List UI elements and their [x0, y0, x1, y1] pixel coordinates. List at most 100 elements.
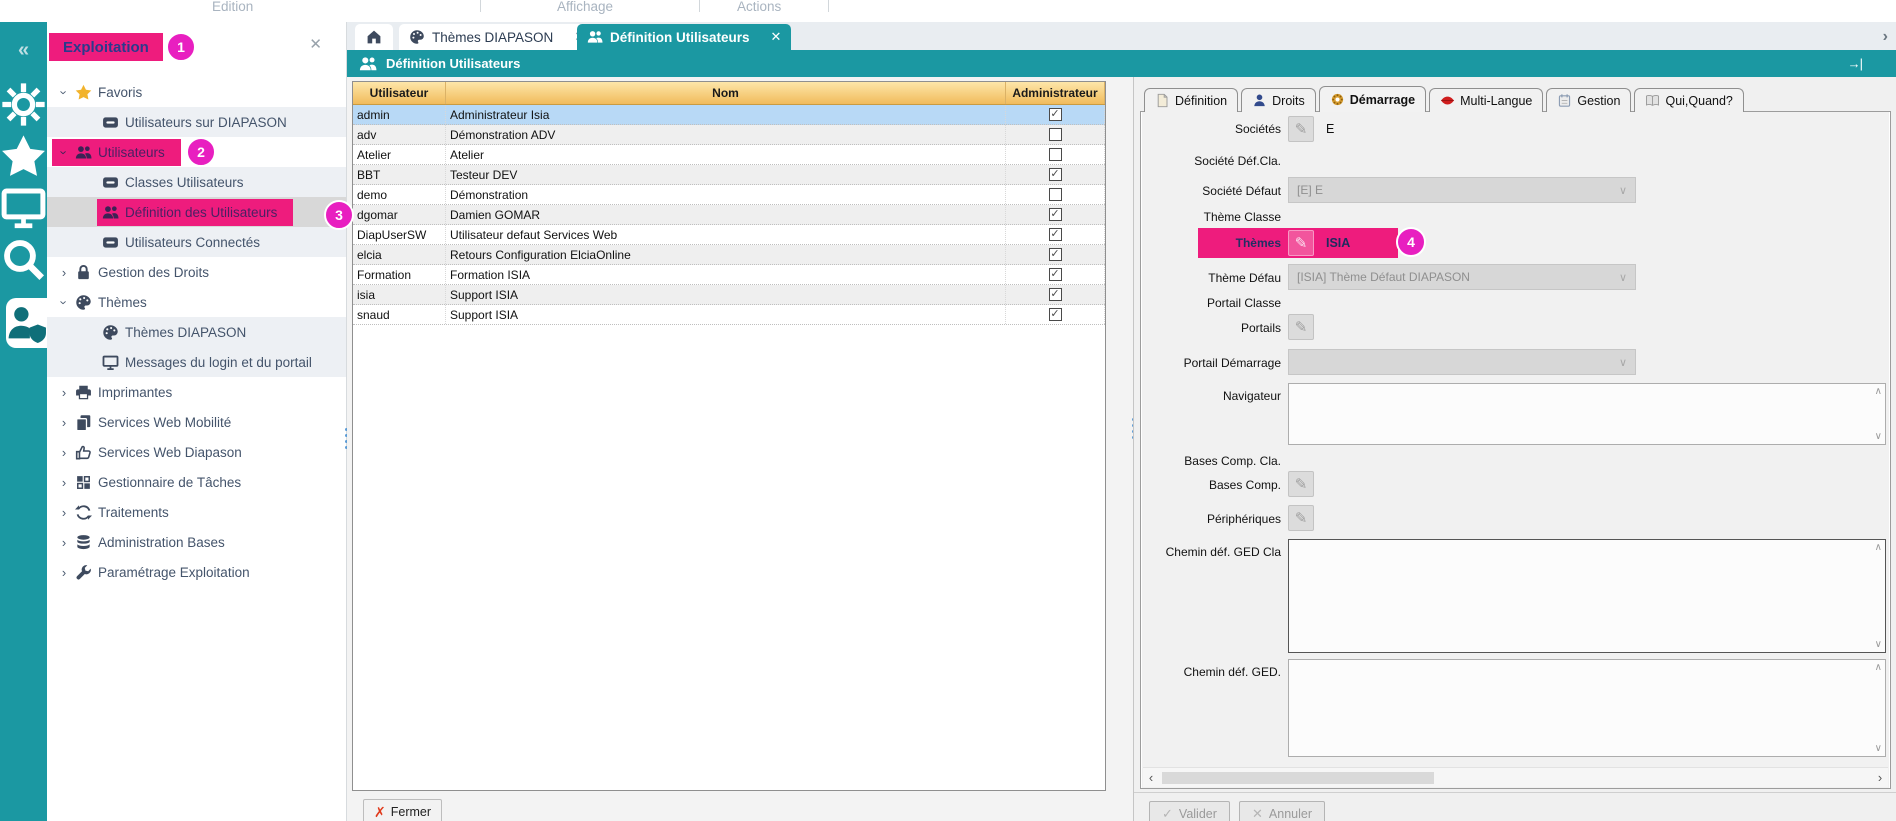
chevron-down-icon[interactable]: › — [57, 293, 72, 311]
tree-item-imprimantes[interactable]: ›Imprimantes — [47, 377, 346, 407]
admin-checkbox-checked[interactable]: ✓ — [1049, 208, 1062, 221]
screens-icon[interactable] — [0, 187, 47, 227]
detail-tab-qui-quand[interactable]: Qui,Quand? — [1634, 88, 1743, 112]
tree-item-gestion-des-droits[interactable]: ›Gestion des Droits — [47, 257, 346, 287]
menu-edition[interactable]: Edition — [212, 0, 253, 14]
bases-comp-picker-button[interactable]: ✎ — [1288, 471, 1314, 497]
tree-item-favoris[interactable]: ›Favoris — [47, 77, 346, 107]
chevron-down-icon[interactable]: › — [57, 143, 72, 161]
chemin-ged-cla-textarea[interactable]: ∧ ∨ — [1288, 539, 1886, 653]
admin-checkbox-checked[interactable]: ✓ — [1049, 288, 1062, 301]
table-row-isia[interactable]: isiaSupport ISIA✓ — [353, 285, 1105, 305]
table-row-diapusersw[interactable]: DiapUserSWUtilisateur defaut Services We… — [353, 225, 1105, 245]
modules-wheel-icon[interactable] — [0, 84, 47, 124]
tab-home[interactable] — [355, 24, 393, 50]
chevron-right-icon[interactable]: › — [55, 535, 73, 550]
scroll-up-icon[interactable]: ∧ — [1875, 662, 1882, 673]
table-row-demo[interactable]: demoDémonstration — [353, 185, 1105, 205]
goto-end-icon[interactable]: →| — [1848, 56, 1862, 71]
scroll-right-icon[interactable]: › — [1872, 770, 1888, 785]
chevron-right-icon[interactable]: › — [55, 415, 73, 430]
navigateur-textarea[interactable]: ∧ ∨ — [1288, 383, 1886, 445]
table-row-elcia[interactable]: elciaRetours Configuration ElciaOnline✓ — [353, 245, 1105, 265]
column-header-utilisateur[interactable]: Utilisateur — [353, 82, 446, 104]
table-row-formation[interactable]: FormationFormation ISIA✓ — [353, 265, 1105, 285]
tree-item-themes[interactable]: ›Thèmes — [47, 287, 346, 317]
themes-picker-button[interactable]: ✎ — [1288, 230, 1314, 256]
detail-tab-multi-langue[interactable]: Multi-Langue — [1429, 88, 1543, 112]
tree-item-parametrage-exploitation[interactable]: ›Paramétrage Exploitation — [47, 557, 346, 587]
detail-tab-droits[interactable]: Droits — [1241, 88, 1316, 112]
scroll-down-icon[interactable]: ∨ — [1875, 431, 1882, 442]
detail-tab-gestion[interactable]: Gestion — [1546, 88, 1631, 112]
tree-item-services-web-diapason[interactable]: ›Services Web Diapason — [47, 437, 346, 467]
tree-item-classes-utilisateurs[interactable]: Classes Utilisateurs — [47, 167, 346, 197]
admin-checkbox[interactable] — [1049, 128, 1062, 141]
fermer-button[interactable]: ✗ Fermer — [363, 799, 442, 821]
admin-checkbox-checked[interactable]: ✓ — [1049, 308, 1062, 321]
table-row-bbt[interactable]: BBTTesteur DEV✓ — [353, 165, 1105, 185]
tree-item-utilisateurs-connectes[interactable]: Utilisateurs Connectés — [47, 227, 346, 257]
scroll-left-icon[interactable]: ‹ — [1143, 770, 1159, 785]
admin-checkbox-checked[interactable]: ✓ — [1049, 168, 1062, 181]
tree-item-services-web-mobilite[interactable]: ›Services Web Mobilité — [47, 407, 346, 437]
tree-item-messages-du-login-et-du-portail[interactable]: Messages du login et du portail — [47, 347, 346, 377]
tab-themes-diapason[interactable]: Thèmes DIAPASON✕ — [399, 24, 595, 50]
column-header-administrateur[interactable]: Administrateur — [1006, 82, 1105, 104]
tree-item-definition-des-utilisateurs[interactable]: Définition des Utilisateurs — [47, 197, 346, 227]
chevron-right-icon[interactable]: › — [55, 265, 73, 280]
table-row-atelier[interactable]: AtelierAtelier — [353, 145, 1105, 165]
close-icon[interactable]: ✕ — [309, 35, 322, 53]
portails-picker-button[interactable]: ✎ — [1288, 314, 1314, 340]
portail-demarrage-select[interactable]: ∨ — [1288, 349, 1636, 375]
detail-tab-demarrage[interactable]: Démarrage — [1319, 86, 1426, 112]
scroll-down-icon[interactable]: ∨ — [1875, 639, 1882, 650]
annuler-button[interactable]: ✕ Annuler — [1239, 801, 1325, 821]
chevron-right-icon[interactable]: › — [55, 505, 73, 520]
bases-comp-label: Bases Comp. — [1141, 478, 1281, 492]
user-security-active-item[interactable] — [6, 298, 47, 348]
tree-item-administration-bases[interactable]: ›Administration Bases — [47, 527, 346, 557]
tree-item-gestionnaire-de-taches[interactable]: ›Gestionnaire de Tâches — [47, 467, 346, 497]
admin-checkbox-checked[interactable]: ✓ — [1049, 268, 1062, 281]
scroll-up-icon[interactable]: ∧ — [1875, 542, 1882, 553]
admin-checkbox[interactable] — [1049, 148, 1062, 161]
scroll-up-icon[interactable]: ∧ — [1875, 386, 1882, 397]
tree-item-utilisateurs-sur-diapason[interactable]: Utilisateurs sur DIAPASON — [47, 107, 346, 137]
chevron-right-icon[interactable]: › — [55, 475, 73, 490]
table-row-adv[interactable]: advDémonstration ADV — [353, 125, 1105, 145]
menu-actions[interactable]: Actions — [737, 0, 781, 14]
activity-sidebar: « — [0, 22, 47, 821]
search-icon[interactable] — [0, 239, 47, 279]
table-row-dgomar[interactable]: dgomarDamien GOMAR✓ — [353, 205, 1105, 225]
chemin-ged-textarea[interactable]: ∧ ∨ — [1288, 659, 1886, 757]
table-row-admin[interactable]: adminAdministrateur Isia✓ — [353, 105, 1105, 125]
favorites-icon[interactable] — [0, 136, 47, 176]
admin-checkbox[interactable] — [1049, 188, 1062, 201]
tree-item-traitements[interactable]: ›Traitements — [47, 497, 346, 527]
tree-item-themes-diapason[interactable]: Thèmes DIAPASON — [47, 317, 346, 347]
column-header-nom[interactable]: Nom — [446, 82, 1006, 104]
peripheriques-picker-button[interactable]: ✎ — [1288, 505, 1314, 531]
theme-defaut-select[interactable]: [ISIA] Thème Défaut DIAPASON ∨ — [1288, 264, 1636, 290]
tab-definition-utilisateurs[interactable]: Définition Utilisateurs✕ — [577, 24, 791, 50]
valider-button[interactable]: ✓ Valider — [1149, 801, 1230, 821]
societes-picker-button[interactable]: ✎ — [1288, 116, 1314, 142]
societe-defaut-select[interactable]: [E] E ∨ — [1288, 177, 1636, 203]
chevron-right-icon[interactable]: › — [55, 565, 73, 580]
admin-checkbox-checked[interactable]: ✓ — [1049, 108, 1062, 121]
collapse-sidebar-icon[interactable]: « — [0, 30, 47, 70]
admin-checkbox-checked[interactable]: ✓ — [1049, 248, 1062, 261]
admin-checkbox-checked[interactable]: ✓ — [1049, 228, 1062, 241]
close-tab-icon[interactable]: ✕ — [771, 29, 782, 45]
chevron-right-icon[interactable]: › — [55, 385, 73, 400]
chevron-down-icon[interactable]: › — [57, 83, 72, 101]
scroll-down-icon[interactable]: ∨ — [1875, 743, 1882, 754]
horizontal-scrollbar[interactable]: ‹ › — [1143, 767, 1888, 787]
scrollbar-thumb[interactable] — [1162, 772, 1434, 784]
menu-affichage[interactable]: Affichage — [557, 0, 613, 14]
tab-overflow-chevron-icon[interactable]: › — [1883, 28, 1888, 46]
detail-tab-definition[interactable]: Définition — [1144, 88, 1238, 112]
table-row-snaud[interactable]: snaudSupport ISIA✓ — [353, 305, 1105, 325]
chevron-right-icon[interactable]: › — [55, 445, 73, 460]
